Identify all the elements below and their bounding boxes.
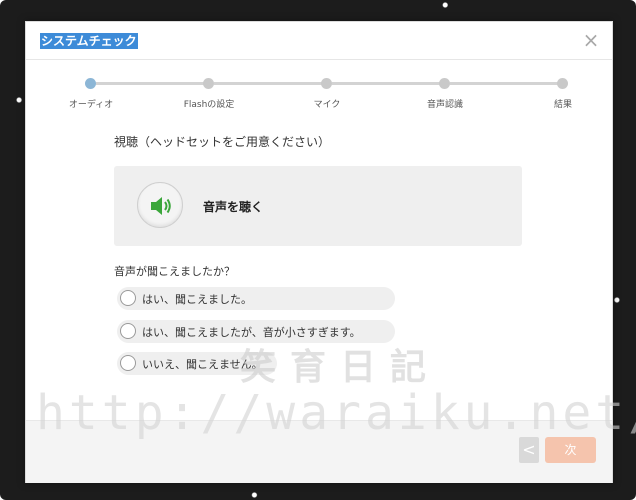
option-not-heard[interactable]: いいえ、聞こえません。 xyxy=(117,352,277,375)
back-button[interactable]: < xyxy=(519,437,539,463)
next-button[interactable]: 次 xyxy=(545,437,596,463)
step-connector xyxy=(450,82,560,85)
step-dot-mic xyxy=(321,78,332,89)
option-label: いいえ、聞こえません。 xyxy=(142,358,263,371)
radio-button[interactable] xyxy=(120,290,136,306)
step-label-mic: マイク xyxy=(313,100,341,110)
dialog-footer: < 次 xyxy=(26,420,612,483)
step-label-result: 結果 xyxy=(553,100,573,110)
listen-section-title: 視聴（ヘッドセットをご用意ください） xyxy=(114,135,331,149)
step-label-flash: Flashの設定 xyxy=(183,100,235,110)
speaker-icon xyxy=(151,197,171,215)
option-label: はい、聞こえましたが、音が小さすぎます。 xyxy=(142,326,361,339)
step-dot-audio xyxy=(85,78,96,89)
listen-panel: 音声を聴く xyxy=(114,166,522,246)
step-connector xyxy=(214,82,324,85)
option-heard[interactable]: はい、聞こえました。 xyxy=(117,287,395,310)
radio-button[interactable] xyxy=(120,355,136,371)
step-label-speech: 音声認識 xyxy=(426,100,464,110)
step-dot-result xyxy=(557,78,568,89)
option-label: はい、聞こえました。 xyxy=(142,293,252,306)
step-label-audio: オーディオ xyxy=(68,100,114,110)
dialog-titlebar: システムチェック × xyxy=(26,22,612,60)
option-heard-quiet[interactable]: はい、聞こえましたが、音が小さすぎます。 xyxy=(117,320,395,343)
play-audio-button[interactable] xyxy=(137,182,183,228)
step-dot-speech xyxy=(439,78,450,89)
step-connector xyxy=(96,82,206,85)
close-icon[interactable]: × xyxy=(582,30,600,50)
progress-stepper: オーディオ Flashの設定 マイク 音声認識 結果 xyxy=(26,74,612,114)
radio-button[interactable] xyxy=(120,323,136,339)
step-dot-flash xyxy=(203,78,214,89)
dialog-title: システムチェック xyxy=(40,33,138,49)
step-connector xyxy=(332,82,442,85)
play-audio-label: 音声を聴く xyxy=(203,200,264,214)
question-text: 音声が聞こえましたか？ xyxy=(114,265,235,278)
system-check-dialog: システムチェック × オーディオ Flashの設定 マイク 音声認識 結果 視聴… xyxy=(25,21,613,483)
